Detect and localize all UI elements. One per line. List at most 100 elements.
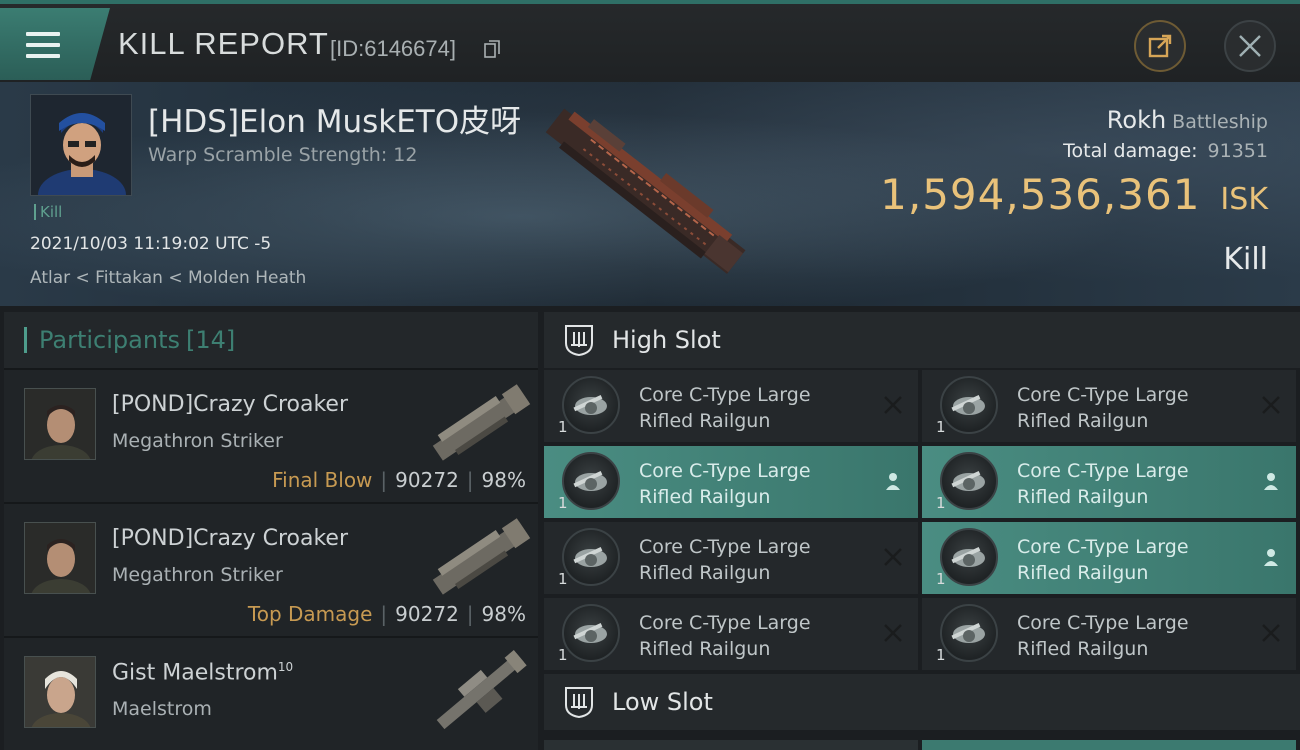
module-name-line2: Rifled Railgun (1017, 410, 1149, 432)
participant-name: [POND]Crazy Croaker (112, 526, 348, 551)
participant-ship: Maelstrom (112, 698, 212, 720)
module-name: Core C-Type Large Rifled Railgun (639, 610, 811, 662)
victim-ship[interactable]: Rokh Battleship (1107, 106, 1268, 134)
railgun-icon (562, 376, 620, 434)
module-name-line2: Rifled Railgun (1017, 562, 1149, 584)
railgun-icon (940, 528, 998, 586)
person-icon (1264, 473, 1278, 490)
module-quantity: 1 (936, 418, 946, 436)
high-slot-header: High Slot (544, 312, 1300, 368)
low-slot-module-peek[interactable] (544, 740, 918, 750)
menu-button[interactable] (0, 8, 110, 80)
module-quantity: 1 (558, 494, 568, 512)
stat-separator: | (466, 602, 474, 626)
participant-ship: Megathron Striker (112, 564, 283, 586)
victim-ship-image[interactable] (530, 102, 760, 282)
participant-role: Final Blow (272, 468, 373, 492)
module-slot[interactable]: 1 Core C-Type Large Rifled Railgun (922, 598, 1296, 670)
railgun-icon (562, 452, 620, 510)
module-name: Core C-Type Large Rifled Railgun (639, 534, 811, 586)
participant-name-sup: 10 (277, 660, 294, 674)
close-button[interactable] (1224, 20, 1276, 72)
low-slot-label: Low Slot (612, 688, 713, 716)
person-icon (886, 473, 900, 490)
module-name-line2: Rifled Railgun (639, 638, 771, 660)
module-name: Core C-Type Large Rifled Railgun (1017, 610, 1189, 662)
module-quantity: 1 (936, 570, 946, 588)
railgun-icon (940, 376, 998, 434)
participant-name-text: Gist Maelstrom (112, 660, 278, 686)
participant-row[interactable]: [POND]Crazy Croaker Megathron Striker To… (4, 502, 538, 636)
x-icon (884, 548, 902, 566)
kill-tag: Kill (34, 204, 62, 220)
module-slot[interactable]: 1 Core C-Type Large Rifled Railgun (922, 522, 1296, 594)
copy-icon[interactable] (484, 40, 500, 58)
stat-separator: | (380, 602, 388, 626)
participant-row[interactable]: Gist Maelstrom10 Maelstrom (4, 636, 538, 750)
participants-count: [14] (185, 326, 236, 354)
slot-icon (565, 687, 593, 719)
victim-pilot-name[interactable]: [HDS]Elon MuskETO皮呀 (148, 96, 521, 141)
report-type: Kill (1223, 242, 1268, 277)
ship-class: Battleship (1172, 111, 1268, 133)
participant-role: Top Damage (247, 602, 373, 626)
module-name-line2: Rifled Railgun (639, 562, 771, 584)
isk-amount: 1,594,536,361 (880, 170, 1201, 219)
module-name: Core C-Type Large Rifled Railgun (639, 458, 811, 510)
x-icon (1262, 396, 1280, 414)
isk-unit: ISK (1220, 182, 1268, 217)
participants-header[interactable]: Participants [14] (4, 312, 538, 368)
fitting-panel: High Slot 1 Core C-Type Large Rifled Railg… (544, 312, 1300, 750)
module-name: Core C-Type Large Rifled Railgun (1017, 382, 1189, 434)
module-name: Core C-Type Large Rifled Railgun (1017, 534, 1189, 586)
low-slot-module-peek[interactable] (922, 740, 1296, 750)
high-slot-label: High Slot (612, 326, 721, 354)
module-name-line2: Rifled Railgun (639, 410, 771, 432)
victim-avatar[interactable] (30, 94, 132, 196)
module-quantity: 1 (558, 570, 568, 588)
participant-stats: Top Damage | 90272 | 98% (248, 602, 526, 626)
share-button[interactable] (1134, 20, 1186, 72)
participant-name: Gist Maelstrom10 (112, 660, 293, 685)
participant-avatar (24, 656, 96, 728)
module-quantity: 1 (558, 646, 568, 664)
module-name-line1: Core C-Type Large (1017, 612, 1189, 634)
participant-ship-image (432, 518, 531, 595)
participant-ship-image (432, 384, 531, 461)
total-damage: Total damage: 91351 (1063, 140, 1268, 162)
participant-percent: 98% (481, 602, 526, 626)
victim-panel: [HDS]Elon MuskETO皮呀 Warp Scramble Streng… (0, 82, 1300, 306)
module-name: Core C-Type Large Rifled Railgun (639, 382, 811, 434)
warp-scramble-strength: Warp Scramble Strength: 12 (148, 144, 418, 166)
stat-separator: | (380, 468, 388, 492)
close-icon (1239, 35, 1261, 57)
module-slot[interactable]: 1 Core C-Type Large Rifled Railgun (544, 598, 918, 670)
page-title: KILL REPORT (118, 26, 329, 61)
participants-panel: Participants [14] [POND]Crazy Croaker Me… (4, 312, 538, 750)
module-slot[interactable]: 1 Core C-Type Large Rifled Railgun (922, 370, 1296, 442)
person-icon (1264, 549, 1278, 566)
participant-row[interactable]: [POND]Crazy Croaker Megathron Striker Fi… (4, 368, 538, 502)
module-slot[interactable]: 1 Core C-Type Large Rifled Railgun (544, 370, 918, 442)
module-name-line2: Rifled Railgun (1017, 638, 1149, 660)
module-name-line1: Core C-Type Large (1017, 460, 1189, 482)
participant-ship: Megathron Striker (112, 430, 283, 452)
module-name-line1: Core C-Type Large (639, 460, 811, 482)
participant-avatar (24, 522, 96, 594)
module-slot[interactable]: 1 Core C-Type Large Rifled Railgun (544, 522, 918, 594)
share-icon (1148, 34, 1172, 58)
menu-icon (26, 32, 60, 58)
participant-name: [POND]Crazy Croaker (112, 392, 348, 417)
module-quantity: 1 (936, 646, 946, 664)
module-slot[interactable]: 1 Core C-Type Large Rifled Railgun (544, 446, 918, 518)
kill-location[interactable]: Atlar < Fittakan < Molden Heath (30, 268, 306, 288)
participant-avatar (24, 388, 96, 460)
header-accent-bar (24, 327, 27, 353)
module-slot[interactable]: 1 Core C-Type Large Rifled Railgun (922, 446, 1296, 518)
module-quantity: 1 (558, 418, 568, 436)
module-name-line2: Rifled Railgun (1017, 486, 1149, 508)
participants-label: Participants (39, 326, 180, 354)
railgun-icon (562, 528, 620, 586)
x-icon (884, 396, 902, 414)
participant-percent: 98% (481, 468, 526, 492)
